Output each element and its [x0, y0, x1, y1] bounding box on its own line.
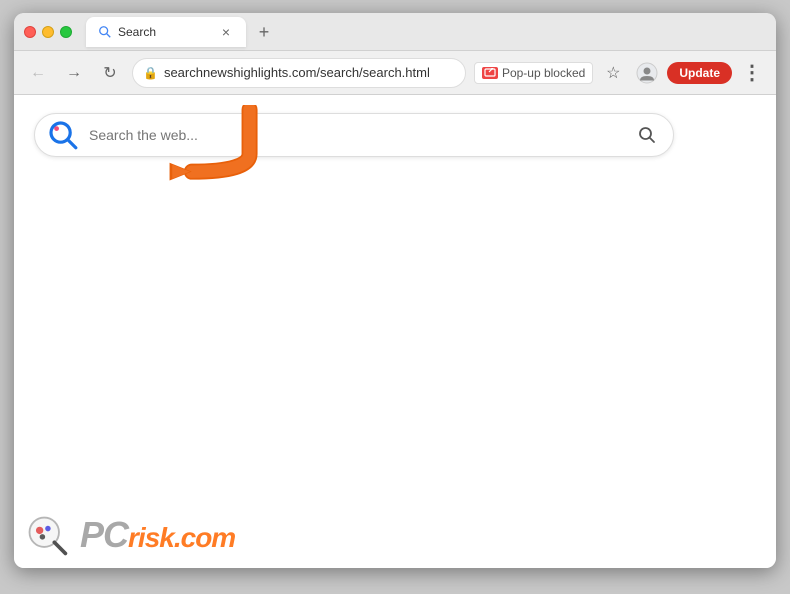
popup-blocked-indicator[interactable]: Pop-up blocked — [474, 62, 593, 84]
popup-blocked-icon — [482, 67, 498, 79]
watermark-risk: risk.com — [128, 522, 235, 553]
title-bar: Search × + — [14, 13, 776, 51]
traffic-lights — [24, 26, 72, 38]
search-logo-icon — [47, 119, 79, 151]
update-button[interactable]: Update — [667, 62, 732, 84]
forward-button[interactable]: → — [60, 59, 88, 87]
toolbar-right: Pop-up blocked ☆ Update ⋮ — [474, 59, 766, 87]
search-bar-container — [34, 113, 674, 157]
popup-blocked-label: Pop-up blocked — [502, 66, 585, 80]
page-content: PCrisk.com — [14, 95, 776, 568]
watermark-text: PCrisk.com — [80, 514, 235, 556]
new-tab-button[interactable]: + — [250, 19, 278, 47]
reload-button[interactable]: ↻ — [96, 59, 124, 87]
bookmark-button[interactable]: ☆ — [599, 59, 627, 87]
search-input[interactable] — [89, 127, 623, 143]
profile-button[interactable] — [633, 59, 661, 87]
watermark-pc: PC — [80, 514, 128, 555]
lock-icon: 🔒 — [143, 66, 158, 80]
more-options-button[interactable]: ⋮ — [738, 59, 766, 87]
back-button[interactable]: ← — [24, 59, 52, 87]
url-text: searchnewshighlights.com/search/search.h… — [164, 65, 455, 80]
address-bar-row: ← → ↻ 🔒 searchnewshighlights.com/search/… — [14, 51, 776, 95]
close-window-button[interactable] — [24, 26, 36, 38]
pcrisk-logo-icon — [24, 512, 70, 558]
search-submit-button[interactable] — [633, 121, 661, 149]
minimize-window-button[interactable] — [42, 26, 54, 38]
active-tab[interactable]: Search × — [86, 17, 246, 47]
tab-search-icon — [98, 25, 112, 39]
tab-close-button[interactable]: × — [218, 24, 234, 40]
tab-title: Search — [118, 25, 212, 39]
tab-area: Search × + — [86, 17, 766, 47]
maximize-window-button[interactable] — [60, 26, 72, 38]
watermark: PCrisk.com — [24, 512, 235, 558]
browser-window: Search × + ← → ↻ 🔒 searchnewshighlights.… — [14, 13, 776, 568]
address-bar[interactable]: 🔒 searchnewshighlights.com/search/search… — [132, 58, 466, 88]
